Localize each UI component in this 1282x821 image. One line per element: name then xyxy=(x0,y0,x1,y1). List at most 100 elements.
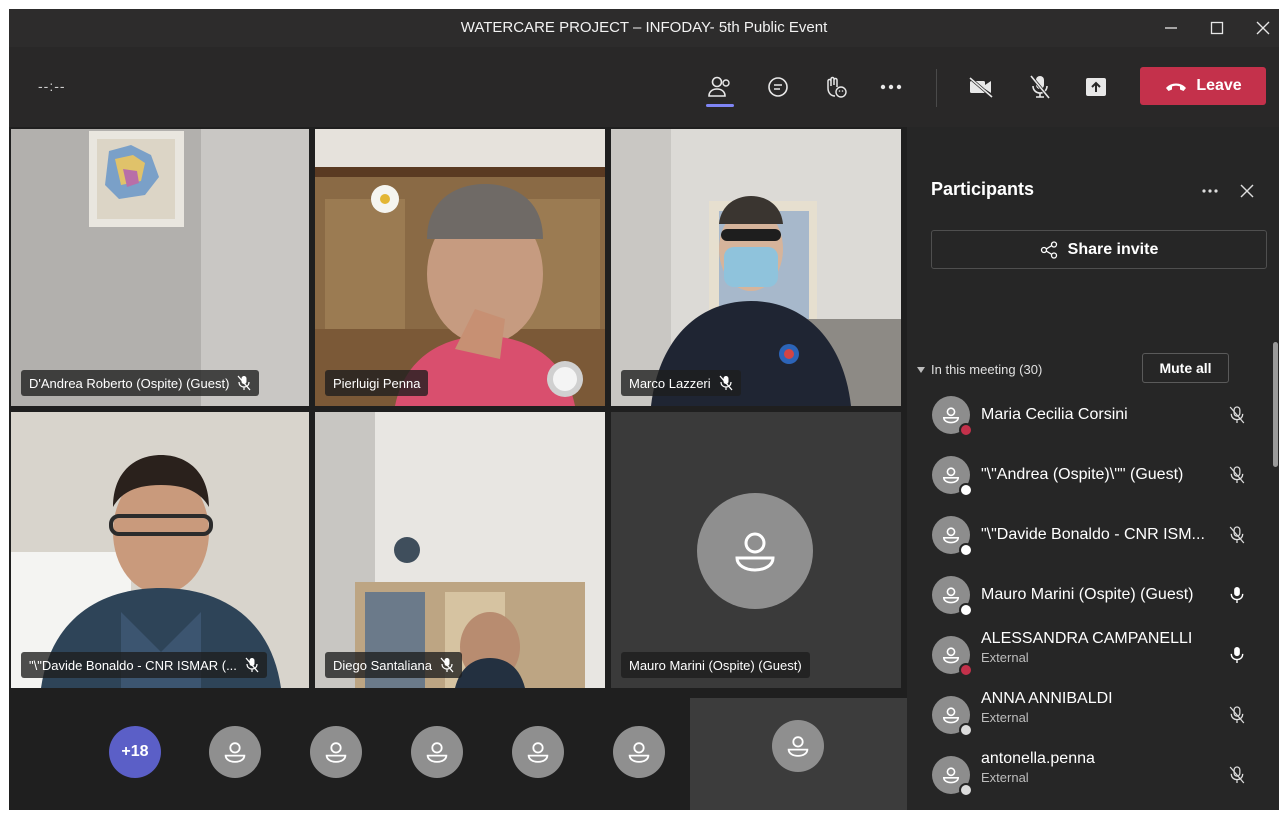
avatar xyxy=(932,456,973,497)
avatar[interactable] xyxy=(209,726,261,778)
video-stage: D'Andrea Roberto (Ospite) (Guest) Pierlu… xyxy=(9,127,907,810)
video-tile[interactable]: Mauro Marini (Ospite) (Guest) xyxy=(611,412,901,688)
person-icon xyxy=(942,467,960,484)
status-offline-icon xyxy=(959,483,973,497)
avatar[interactable] xyxy=(411,726,463,778)
raise-hand-icon xyxy=(827,76,847,98)
avatar[interactable] xyxy=(512,726,564,778)
person-icon xyxy=(426,742,448,763)
person-icon xyxy=(787,736,809,757)
participant-name-bar: "\"Davide Bonaldo - CNR ISMAR (... xyxy=(21,652,267,678)
video-feed-image xyxy=(315,412,605,688)
self-preview-tile[interactable] xyxy=(690,698,907,810)
person-icon xyxy=(224,742,246,763)
toolbar-separator xyxy=(936,69,937,107)
participant-name: Pierluigi Penna xyxy=(333,375,421,391)
status-busy-icon xyxy=(959,663,973,677)
video-tile[interactable]: Diego Santaliana xyxy=(315,412,605,688)
participant-row[interactable]: ANNA ANNIBALDI External xyxy=(907,686,1267,744)
avatar xyxy=(932,756,973,797)
video-tile[interactable]: D'Andrea Roberto (Ospite) (Guest) xyxy=(11,129,309,406)
share-content-button[interactable] xyxy=(1076,69,1116,105)
participant-org: External xyxy=(981,710,1029,725)
meeting-toolbar: --:-- Leave xyxy=(9,47,1279,127)
person-icon xyxy=(527,742,549,763)
status-offline-icon xyxy=(959,543,973,557)
participant-row[interactable]: ALESSANDRA CAMPANELLI External xyxy=(907,626,1267,684)
status-busy-icon xyxy=(959,423,973,437)
show-chat-button[interactable] xyxy=(758,69,798,105)
in-meeting-section-toggle[interactable]: In this meeting (30) xyxy=(917,362,1042,377)
hang-up-icon xyxy=(1166,83,1187,91)
window-title: WATERCARE PROJECT – INFODAY- 5th Public … xyxy=(460,19,828,36)
status-unknown-icon xyxy=(959,723,973,737)
person-icon xyxy=(942,647,960,664)
video-tile[interactable]: "\"Davide Bonaldo - CNR ISMAR (... xyxy=(11,412,309,688)
camera-off-icon xyxy=(969,76,993,99)
video-tile[interactable]: Pierluigi Penna xyxy=(315,129,605,406)
mic-muted-icon xyxy=(237,375,251,391)
video-feed-image xyxy=(11,129,309,406)
participant-name: Mauro Marini (Ospite) (Guest) xyxy=(629,657,802,673)
close-panel-button[interactable] xyxy=(1237,181,1257,201)
participant-name: Diego Santaliana xyxy=(333,657,433,673)
title-bar: WATERCARE PROJECT – INFODAY- 5th Public … xyxy=(9,9,1279,47)
leave-button[interactable]: Leave xyxy=(1140,67,1266,105)
chat-icon xyxy=(768,77,788,97)
mic-muted-icon xyxy=(440,657,454,673)
close-icon xyxy=(1240,184,1254,198)
mic-muted-icon xyxy=(1225,703,1249,727)
participants-icon xyxy=(708,76,730,97)
participant-row[interactable]: antonella.penna External xyxy=(907,746,1267,804)
participant-name-bar: Pierluigi Penna xyxy=(325,370,429,396)
more-icon xyxy=(1202,189,1218,193)
mic-muted-icon xyxy=(1225,523,1249,547)
mic-off-icon xyxy=(1029,75,1051,99)
mic-muted-icon xyxy=(1225,403,1249,427)
microphone-toggle-button[interactable] xyxy=(1020,69,1060,105)
panel-title: Participants xyxy=(931,179,1035,199)
participant-name-bar: Diego Santaliana xyxy=(325,652,463,678)
avatar xyxy=(772,720,824,772)
maximize-button[interactable] xyxy=(1199,13,1235,43)
teams-meeting-window: WATERCARE PROJECT – INFODAY- 5th Public … xyxy=(9,9,1279,810)
mute-all-button[interactable]: Mute all xyxy=(1142,353,1229,383)
panel-scrollbar[interactable] xyxy=(1273,342,1278,467)
avatar xyxy=(932,396,973,437)
participant-name: ALESSANDRA CAMPANELLI xyxy=(981,630,1193,647)
participant-name: "\"Davide Bonaldo - CNR ISMAR (... xyxy=(29,657,237,673)
show-participants-button[interactable] xyxy=(700,69,740,107)
video-feed-image xyxy=(11,412,309,688)
caret-down-icon xyxy=(917,366,925,373)
avatar[interactable] xyxy=(613,726,665,778)
close-window-button[interactable] xyxy=(1245,13,1279,43)
status-unknown-icon xyxy=(959,783,973,797)
maximize-icon xyxy=(1210,21,1224,35)
close-icon xyxy=(1256,21,1270,35)
mic-muted-icon xyxy=(719,375,733,391)
more-actions-button[interactable] xyxy=(871,69,911,105)
avatar xyxy=(697,493,813,609)
person-icon xyxy=(942,767,960,784)
avatar[interactable] xyxy=(310,726,362,778)
participant-row[interactable]: "\"Davide Bonaldo - CNR ISM... xyxy=(907,506,1267,564)
participant-name: "\"Andrea (Ospite)\"" (Guest) xyxy=(981,466,1184,483)
person-icon xyxy=(942,527,960,544)
video-feed-image xyxy=(315,129,605,406)
share-icon xyxy=(1040,240,1057,259)
participant-name: ANNA ANNIBALDI xyxy=(981,690,1113,707)
reactions-button[interactable] xyxy=(815,69,855,105)
camera-toggle-button[interactable] xyxy=(961,69,1001,105)
panel-more-button[interactable] xyxy=(1199,183,1221,199)
minimize-button[interactable] xyxy=(1153,13,1189,43)
more-participants-badge[interactable]: +18 xyxy=(109,726,161,778)
video-tile[interactable]: Marco Lazzeri xyxy=(611,129,901,406)
minimize-icon xyxy=(1165,27,1177,29)
share-invite-button[interactable]: Share invite xyxy=(931,230,1267,269)
share-tray-icon xyxy=(1086,78,1106,96)
participant-org: External xyxy=(981,770,1029,785)
participant-row[interactable]: Mauro Marini (Ospite) (Guest) xyxy=(907,566,1267,624)
participant-row[interactable]: "\"Andrea (Ospite)\"" (Guest) xyxy=(907,446,1267,504)
avatar xyxy=(932,576,973,617)
participant-row[interactable]: Maria Cecilia Corsini xyxy=(907,386,1267,444)
